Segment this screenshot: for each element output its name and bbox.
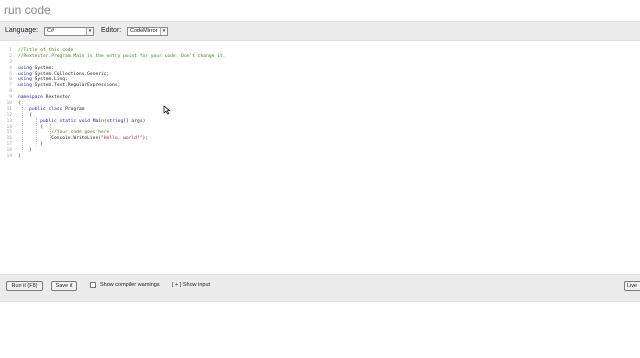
code-line[interactable]: //Rextester.Program.Main is the entry po… bbox=[18, 54, 225, 60]
code-token: public bbox=[40, 118, 57, 124]
code-token: public bbox=[29, 106, 46, 112]
code-token: { bbox=[18, 124, 43, 130]
code-token: using bbox=[18, 83, 32, 89]
language-select-value: C# bbox=[47, 28, 55, 34]
code-token: Main( bbox=[90, 118, 107, 124]
page-title: run code bbox=[4, 3, 51, 17]
code-token: { bbox=[18, 101, 21, 107]
code-token: [] args) bbox=[123, 118, 146, 124]
code-token: //Title of this code bbox=[18, 48, 74, 53]
chevron-down-icon: ▾ bbox=[86, 28, 93, 35]
code-line[interactable]: } bbox=[18, 154, 225, 160]
compiler-warnings-checkbox[interactable] bbox=[90, 282, 96, 288]
code-editor[interactable]: 1 2 3 4 5 6 7 8 9 10 11 12 13 14 15 16 17 18 19 //Title of… bbox=[0, 43, 640, 272]
code-token: Rextester bbox=[42, 95, 71, 101]
editor-toolbar: Language: C# ▾ Editor: CodeMirror ▾ bbox=[0, 21, 640, 41]
code-token: } bbox=[18, 142, 43, 148]
live-button[interactable]: Live bbox=[624, 281, 640, 291]
save-button[interactable]: Save it bbox=[51, 281, 77, 291]
code-token: } bbox=[18, 148, 32, 154]
run-button[interactable]: Run it (F8) bbox=[6, 281, 43, 291]
code-token: System.Text.RegularExpressions; bbox=[31, 83, 121, 89]
mouse-cursor-icon bbox=[163, 105, 171, 115]
show-input-toggle[interactable]: [ + ] Show input bbox=[172, 281, 210, 290]
code-token: System.Collections.Generic; bbox=[31, 71, 110, 77]
code-token: //Your code goes here bbox=[51, 130, 110, 136]
language-label: Language: bbox=[5, 27, 39, 34]
code-token: ); bbox=[142, 136, 149, 142]
code-token: void bbox=[78, 118, 90, 124]
code-token: "Hello, world!" bbox=[100, 136, 143, 142]
compiler-warnings-label: Show compiler warnings bbox=[100, 282, 160, 288]
editor-select[interactable]: CodeMirror ▾ bbox=[127, 27, 168, 36]
code-token: } bbox=[18, 154, 21, 160]
code-token: namespace bbox=[18, 95, 43, 101]
code-area[interactable]: //Title of this code//Rextester.Program.… bbox=[18, 48, 225, 160]
code-token: //Rextester.Program.Main is the entry po… bbox=[18, 53, 226, 59]
language-select[interactable]: C# ▾ bbox=[44, 27, 94, 36]
code-token: { bbox=[18, 112, 32, 118]
code-token: System; bbox=[31, 65, 54, 71]
code-token: static bbox=[59, 118, 77, 124]
code-token: class bbox=[48, 106, 63, 112]
editor-label: Editor: bbox=[101, 27, 122, 34]
code-token: using bbox=[18, 65, 32, 71]
action-bar: Run it (F8) Save it Show compiler warnin… bbox=[0, 274, 640, 302]
line-number-gutter: 1 2 3 4 5 6 7 8 9 10 11 12 13 14 15 16 17 18 19 bbox=[0, 48, 12, 160]
code-token: Console.WriteLine( bbox=[18, 136, 101, 142]
code-token: string bbox=[106, 118, 124, 124]
editor-select-value: CodeMirror bbox=[130, 28, 158, 34]
code-token: using bbox=[18, 71, 32, 77]
line-number: 19 bbox=[6, 154, 12, 160]
code-token: using bbox=[18, 77, 32, 83]
code-token: Program bbox=[62, 106, 85, 112]
code-token: System.Linq; bbox=[31, 77, 68, 83]
chevron-down-icon: ▾ bbox=[160, 28, 167, 35]
